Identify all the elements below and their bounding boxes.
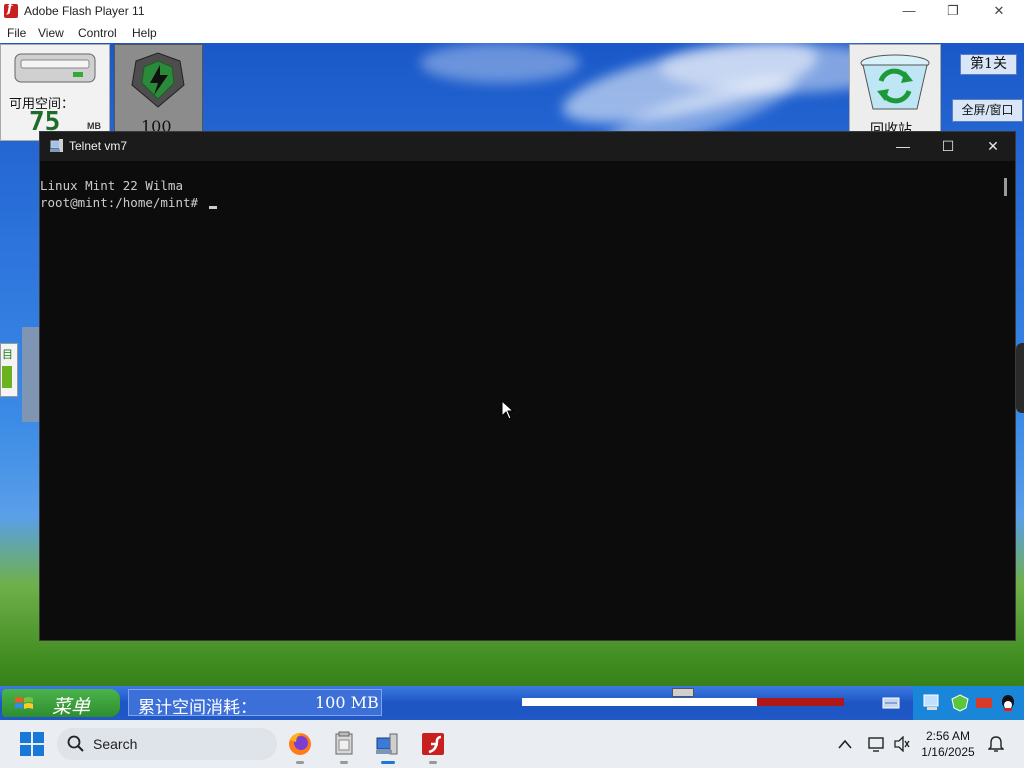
menu-control[interactable]: Control: [78, 26, 117, 40]
game-menu-button[interactable]: 菜单: [2, 689, 120, 718]
terminal-scrollbar[interactable]: [1004, 178, 1007, 196]
terminal-prompt: root@mint:/home/mint#: [40, 195, 206, 210]
mouse-pointer-icon: [501, 400, 515, 420]
tray-qq-icon: [1002, 695, 1014, 711]
game-menu-label: 菜单: [52, 696, 91, 718]
flash-window-title: Adobe Flash Player 11: [24, 4, 145, 18]
left-side-tile[interactable]: 目: [0, 343, 18, 397]
flash-icon: [422, 733, 444, 755]
recycle-bin-icon: [860, 54, 930, 110]
recycle-bin-tile[interactable]: 回收站: [849, 44, 941, 141]
taskbar-search-box[interactable]: Search: [57, 728, 277, 760]
chevron-up-icon[interactable]: [838, 739, 852, 749]
windows-flag-icon: [15, 697, 33, 709]
space-progress-bar: [522, 698, 844, 706]
tray-network-icon: [882, 697, 900, 709]
tray-speaker-icon: [976, 698, 992, 708]
free-space-unit: MB: [87, 121, 101, 131]
shield-icon: [131, 52, 185, 108]
taskbar-file-manager[interactable]: [328, 728, 360, 764]
progress-marker-icon: [672, 688, 694, 697]
firefox-icon: [289, 732, 311, 755]
taskbar-running-indicator: [296, 761, 304, 764]
clock-date: 1/16/2025: [921, 745, 975, 759]
terminal-cursor: [208, 206, 217, 209]
volume-muted-icon[interactable]: [894, 736, 910, 752]
telnet-maximize-button[interactable]: ☐: [925, 132, 971, 161]
menu-file[interactable]: File: [7, 26, 26, 40]
flash-maximize-button[interactable]: ❐: [930, 0, 976, 22]
flash-close-button[interactable]: ✕: [976, 0, 1022, 22]
tray-shield-icon: [951, 694, 969, 712]
telnet-window[interactable]: Telnet vm7 — ☐ ✕ Linux Mint 22 Wilma root…: [39, 131, 1016, 641]
level-button[interactable]: 第1关: [960, 54, 1017, 75]
terminal-line: Linux Mint 22 Wilma: [40, 178, 183, 193]
terminal-output[interactable]: Linux Mint 22 Wilma root@mint:/home/mint#: [40, 177, 217, 211]
tray-computer-icon: [923, 694, 939, 710]
taskbar-running-indicator: [340, 761, 348, 764]
shield-tile[interactable]: 100: [114, 44, 203, 141]
menu-help[interactable]: Help: [132, 26, 157, 40]
windows-taskbar: Search 2:56 AM 1/16/2025: [0, 720, 1024, 768]
terminal-prompt-line: root@mint:/home/mint#: [40, 194, 217, 211]
fullscreen-button[interactable]: 全屏/窗口: [952, 99, 1023, 122]
network-icon[interactable]: [868, 736, 886, 752]
telnet-window-title: Telnet vm7: [69, 139, 128, 153]
telnet-computer-icon: [50, 139, 63, 152]
game-status-bar: 菜单 累计空间消耗： 100 MB: [0, 686, 1024, 720]
notification-bell-icon[interactable]: [988, 735, 1004, 753]
space-consumed-box: 累计空间消耗： 100 MB: [128, 689, 382, 718]
flash-app-icon: [4, 1, 18, 18]
search-icon: [67, 735, 84, 752]
windows-start-icon[interactable]: [20, 732, 44, 756]
telnet-close-button[interactable]: ✕: [970, 132, 1016, 161]
right-partial-item: [1016, 343, 1024, 413]
left-partial-item: [22, 327, 39, 422]
clock-time: 2:56 AM: [925, 729, 971, 743]
taskbar-flash[interactable]: [417, 728, 449, 764]
flash-titlebar: Adobe Flash Player 11 — ❐ ✕: [0, 0, 1024, 22]
taskbar-telnet[interactable]: [372, 728, 404, 764]
search-label: Search: [93, 736, 138, 752]
left-side-tile-text: 目: [2, 349, 13, 361]
telnet-minimize-button[interactable]: —: [880, 132, 926, 161]
game-tray: [913, 686, 1024, 720]
file-manager-icon: [335, 731, 353, 755]
taskbar-active-indicator: [381, 761, 395, 764]
menu-view[interactable]: View: [38, 26, 64, 40]
free-space-tile: 可用空间： 75 MB: [0, 44, 110, 141]
space-consumed-label: 累计空间消耗：: [138, 698, 257, 718]
flash-menubar: File View Control Help: [0, 22, 1024, 43]
telnet-titlebar[interactable]: Telnet vm7 — ☐ ✕: [40, 132, 1015, 161]
taskbar-running-indicator: [429, 761, 437, 764]
taskbar-clock[interactable]: 2:56 AM 1/16/2025: [915, 728, 981, 760]
hard-drive-icon: [14, 53, 96, 83]
telnet-icon: [376, 733, 398, 755]
space-progress-fill: [522, 698, 758, 706]
flash-minimize-button[interactable]: —: [886, 0, 932, 22]
space-consumed-value: 100 MB: [315, 693, 379, 712]
taskbar-firefox[interactable]: [284, 728, 316, 764]
